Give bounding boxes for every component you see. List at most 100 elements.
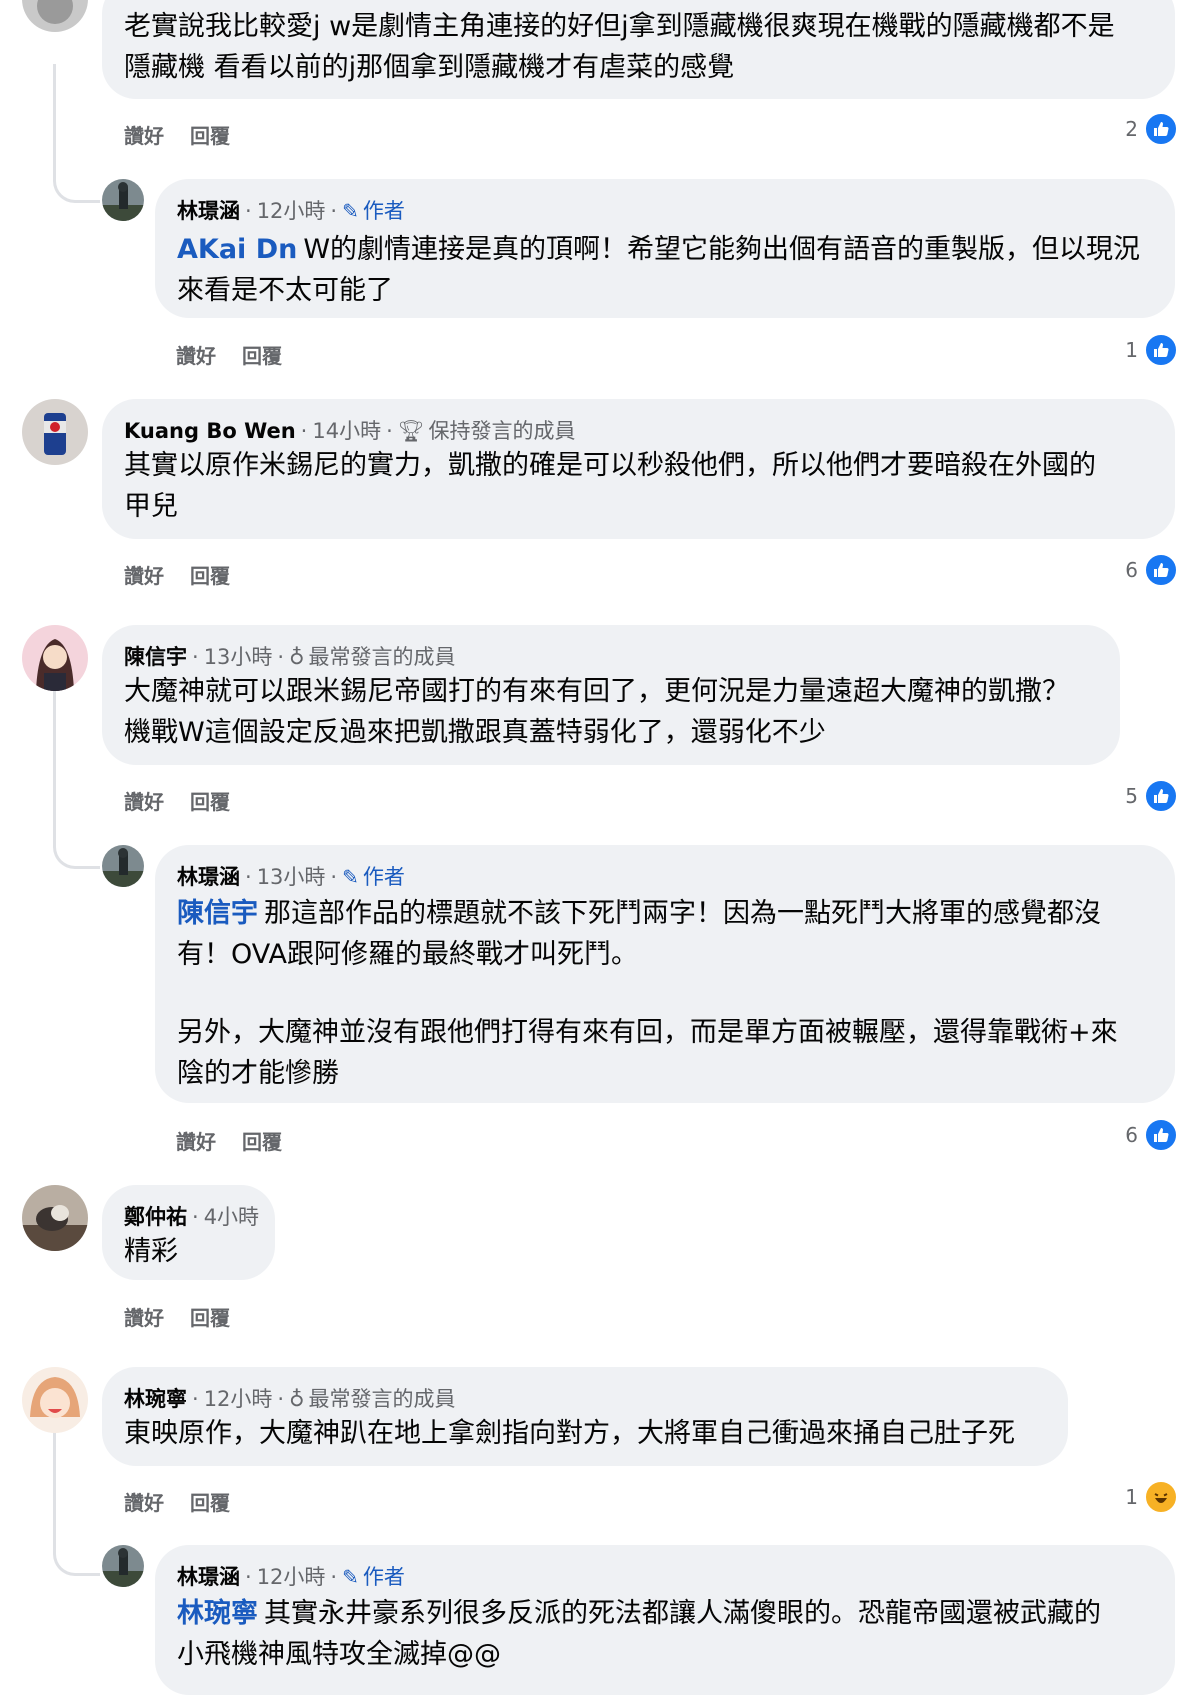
avatar[interactable]	[22, 399, 88, 465]
like-icon	[1144, 779, 1178, 813]
avatar[interactable]	[102, 1545, 144, 1587]
comment-time[interactable]: 13小時	[204, 645, 273, 669]
mention-link[interactable]: 林琬寧	[177, 1598, 258, 1629]
comment-bubble: 陳信宇 · 13小時 · ♁ 最常發言的成員 大魔神就可以跟米錫尼帝國打的有來有回了，更何…	[102, 625, 1120, 765]
comment-text: 老實說我比較愛j w是劇情主角連接的好但j拿到隱藏機很爽現在機戰的隱藏機都不是 …	[124, 11, 1115, 83]
award-icon: ♁	[289, 645, 305, 669]
reaction-summary[interactable]: 1	[1125, 333, 1178, 367]
reaction-summary[interactable]: 6	[1125, 1118, 1178, 1152]
avatar[interactable]	[102, 845, 144, 887]
reaction-summary[interactable]: 6	[1125, 553, 1178, 587]
thread-connector	[53, 840, 100, 869]
avatar[interactable]	[102, 179, 144, 221]
haha-icon	[1144, 1480, 1178, 1514]
comment-meta: 陳信宇 · 13小時 · ♁ 最常發言的成員	[124, 645, 456, 669]
comment-text: 林琬寧 其實永井豪系列很多反派的死法都讓人滿傻眼的。恐龍帝國還被武藏的 小飛機神風…	[177, 1598, 1101, 1670]
comment-time[interactable]: 14小時	[312, 419, 381, 443]
comment-actions: 讚好 回覆	[124, 560, 256, 589]
reply-button[interactable]: 回覆	[190, 124, 230, 148]
author-badge: 作者	[362, 865, 405, 889]
like-button[interactable]: 讚好	[124, 790, 164, 814]
thread-line	[53, 64, 56, 174]
pencil-icon: ✎	[342, 865, 359, 889]
reply-button[interactable]: 回覆	[190, 1306, 230, 1330]
member-badge: 最常發言的成員	[308, 645, 456, 669]
author-name[interactable]: Kuang Bo Wen	[124, 419, 296, 443]
reaction-count: 1	[1125, 1485, 1138, 1509]
avatar[interactable]	[22, 1185, 88, 1251]
comment-bubble: 林璟涵 · 12小時 · ✎ 作者 林琬寧 其實永井豪系列很多反派的死法都讓人滿傻眼的。恐龍…	[155, 1545, 1175, 1695]
comment-actions: 讚好 回覆	[124, 1487, 256, 1516]
author-badge: 作者	[362, 1565, 405, 1589]
thread-connector	[53, 174, 100, 203]
like-button[interactable]: 讚好	[124, 124, 164, 148]
comment-bubble: 鄭仲祐 · 4小時 精彩	[102, 1185, 275, 1280]
comment-time[interactable]: 12小時	[204, 1387, 273, 1411]
author-name[interactable]: 林璟涵	[177, 865, 240, 889]
comment-time[interactable]: 12小時	[257, 1565, 326, 1589]
comment-meta: 林璟涵 · 12小時 · ✎ 作者	[177, 199, 405, 223]
comment-actions: 讚好 回覆	[176, 1126, 308, 1155]
mention-link[interactable]: 陳信宇	[177, 898, 258, 929]
comment-time[interactable]: 4小時	[204, 1205, 259, 1229]
reaction-summary[interactable]: 1	[1125, 1480, 1178, 1514]
comment-text: 陳信宇 那這部作品的標題就不該下死鬥兩字！因為一點死鬥大將軍的感覺都沒 有！OVA…	[177, 898, 1118, 1089]
comment-text: 其實以原作米錫尼的實力，凱撒的確是可以秒殺他們，所以他們才要暗殺在外國的 甲兒	[124, 450, 1096, 522]
author-name[interactable]: 林琬寧	[124, 1387, 187, 1411]
like-button[interactable]: 讚好	[124, 1306, 164, 1330]
like-button[interactable]: 讚好	[176, 344, 216, 368]
comment-text: 東映原作，大魔神趴在地上拿劍指向對方，大將軍自己衝過來捅自己肚子死	[124, 1418, 1015, 1449]
comment-meta: 林璟涵 · 13小時 · ✎ 作者	[177, 865, 405, 889]
reaction-count: 6	[1125, 558, 1138, 582]
reaction-summary[interactable]: 5	[1125, 779, 1178, 813]
comment-actions: 讚好 回覆	[124, 786, 256, 815]
comment-text: AKai Dn W的劇情連接是真的頂啊！希望它能夠出個有語音的重製版，但以現況 來…	[177, 234, 1141, 306]
like-button[interactable]: 讚好	[124, 564, 164, 588]
like-icon	[1144, 112, 1178, 146]
reply-button[interactable]: 回覆	[242, 1130, 282, 1154]
comment-actions: 讚好 回覆	[176, 340, 308, 369]
comment-meta: 林璟涵 · 12小時 · ✎ 作者	[177, 1565, 405, 1589]
reaction-count: 1	[1125, 338, 1138, 362]
comment-text: 精彩	[124, 1236, 178, 1267]
reply-button[interactable]: 回覆	[190, 790, 230, 814]
avatar[interactable]	[22, 625, 88, 691]
reply-button[interactable]: 回覆	[242, 344, 282, 368]
author-name[interactable]: 林璟涵	[177, 1565, 240, 1589]
like-icon	[1144, 333, 1178, 367]
mention-link[interactable]: AKai Dn	[177, 234, 297, 265]
reaction-summary[interactable]: 2	[1125, 112, 1178, 146]
author-name[interactable]: 林璟涵	[177, 199, 240, 223]
comment-time[interactable]: 12小時	[257, 199, 326, 223]
comment-bubble: 老實說我比較愛j w是劇情主角連接的好但j拿到隱藏機很爽現在機戰的隱藏機都不是 …	[102, 0, 1175, 99]
comment-bubble: Kuang Bo Wen · 14小時 · 🏆︎ 保持發言的成員 其實以原作米錫尼的實力，…	[102, 399, 1175, 539]
member-badge: 保持發言的成員	[428, 419, 576, 443]
thread-connector	[53, 1547, 100, 1576]
reply-button[interactable]: 回覆	[190, 1491, 230, 1515]
pencil-icon: ✎	[342, 1565, 359, 1589]
comment-meta: 鄭仲祐 · 4小時	[124, 1205, 260, 1229]
reaction-count: 5	[1125, 784, 1138, 808]
like-icon	[1144, 1118, 1178, 1152]
author-name[interactable]: 陳信宇	[124, 645, 187, 669]
like-button[interactable]: 讚好	[124, 1491, 164, 1515]
author-name[interactable]: 鄭仲祐	[124, 1205, 187, 1229]
reaction-count: 2	[1125, 117, 1138, 141]
comment-meta: 林琬寧 · 12小時 · ♁ 最常發言的成員	[124, 1387, 456, 1411]
like-button[interactable]: 讚好	[176, 1130, 216, 1154]
thread-line	[53, 1417, 56, 1547]
thread-line	[53, 690, 56, 840]
avatar[interactable]	[22, 0, 88, 32]
comment-actions: 讚好 回覆	[124, 120, 256, 149]
like-icon	[1144, 553, 1178, 587]
comment-bubble: 林琬寧 · 12小時 · ♁ 最常發言的成員 東映原作，大魔神趴在地上拿劍指向對方，大將軍…	[102, 1367, 1068, 1466]
member-badge: 最常發言的成員	[308, 1387, 456, 1411]
trophy-icon: 🏆︎	[397, 419, 425, 443]
reply-button[interactable]: 回覆	[190, 564, 230, 588]
pencil-icon: ✎	[342, 199, 359, 223]
comment-time[interactable]: 13小時	[257, 865, 326, 889]
comment-meta: Kuang Bo Wen · 14小時 · 🏆︎ 保持發言的成員	[124, 419, 576, 443]
avatar[interactable]	[22, 1367, 88, 1433]
award-icon: ♁	[289, 1387, 305, 1411]
author-badge: 作者	[362, 199, 405, 223]
